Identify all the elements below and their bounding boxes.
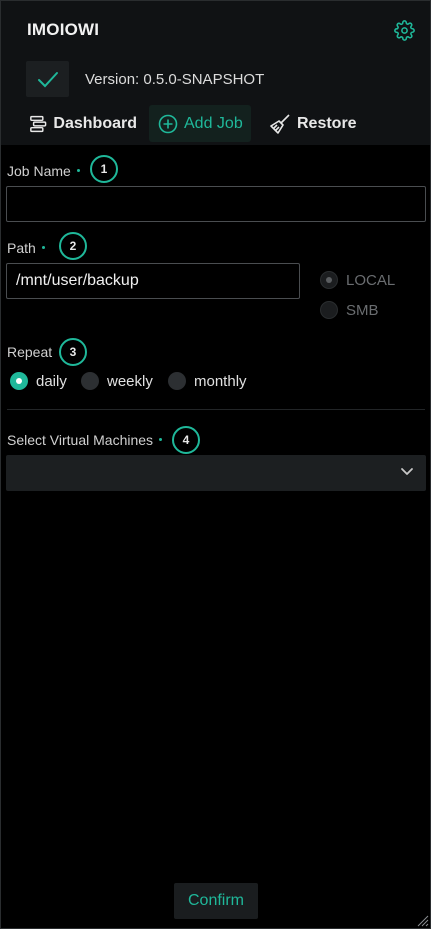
radio-daily[interactable]: [10, 372, 28, 390]
nav-restore-label: Restore: [297, 114, 357, 132]
radio-local[interactable]: [320, 271, 338, 289]
confirm-button[interactable]: Confirm: [174, 883, 258, 919]
version-text: Version: 0.5.0-SNAPSHOT: [85, 71, 265, 88]
vm-select[interactable]: [6, 455, 426, 491]
nav-dashboard-button[interactable]: Dashboard: [25, 105, 137, 142]
radio-daily-label: daily: [36, 372, 67, 390]
path-label-text: Path: [7, 240, 36, 256]
step-badge-1: 1: [90, 155, 118, 183]
divider: [7, 409, 425, 410]
repeat-option-weekly[interactable]: weekly: [81, 372, 153, 390]
header: IMOIOWI Version: 0.5.0-SNAPSHOT Dashboar…: [1, 1, 430, 145]
radio-local-label: LOCAL: [346, 271, 396, 289]
radio-monthly-label: monthly: [194, 372, 247, 390]
vms-label-text: Select Virtual Machines: [7, 432, 154, 448]
nav-dashboard-label: Dashboard: [53, 114, 137, 132]
required-dot: [159, 437, 163, 441]
gear-icon[interactable]: [394, 20, 415, 41]
radio-smb-label: SMB: [346, 301, 379, 319]
status-indicator: [26, 61, 69, 97]
nav-add-job-button[interactable]: Add Job: [149, 105, 251, 142]
path-option-smb[interactable]: SMB: [320, 301, 379, 319]
chevron-down-icon: [401, 468, 413, 475]
radio-weekly[interactable]: [81, 372, 99, 390]
required-dot: [76, 168, 80, 172]
required-dot: [41, 245, 45, 249]
nav-add-job-label: Add Job: [184, 114, 243, 132]
repeat-option-daily[interactable]: daily: [10, 372, 67, 390]
plus-circle-icon: [158, 114, 178, 133]
repeat-label: Repeat: [7, 344, 53, 360]
resize-handle-icon[interactable]: [417, 915, 429, 927]
radio-weekly-label: weekly: [107, 372, 153, 390]
job-name-label-text: Job Name: [7, 163, 71, 179]
job-name-label: Job Name: [7, 163, 80, 179]
step-badge-3: 3: [59, 338, 87, 366]
check-icon: [38, 72, 58, 88]
step-badge-4: 4: [172, 426, 200, 454]
radio-smb[interactable]: [320, 301, 338, 319]
path-option-local[interactable]: LOCAL: [320, 271, 395, 289]
app-title: IMOIOWI: [27, 20, 100, 39]
dashboard-icon: [30, 115, 47, 132]
path-input[interactable]: [6, 263, 300, 299]
nav-restore-button[interactable]: Restore: [265, 105, 361, 142]
radio-monthly[interactable]: [168, 372, 186, 390]
job-name-input[interactable]: [6, 186, 426, 222]
path-label: Path: [7, 240, 45, 256]
step-badge-2: 2: [59, 232, 87, 260]
repeat-option-monthly[interactable]: monthly: [168, 372, 247, 390]
vms-label: Select Virtual Machines: [7, 432, 163, 448]
broom-icon: [270, 113, 290, 134]
